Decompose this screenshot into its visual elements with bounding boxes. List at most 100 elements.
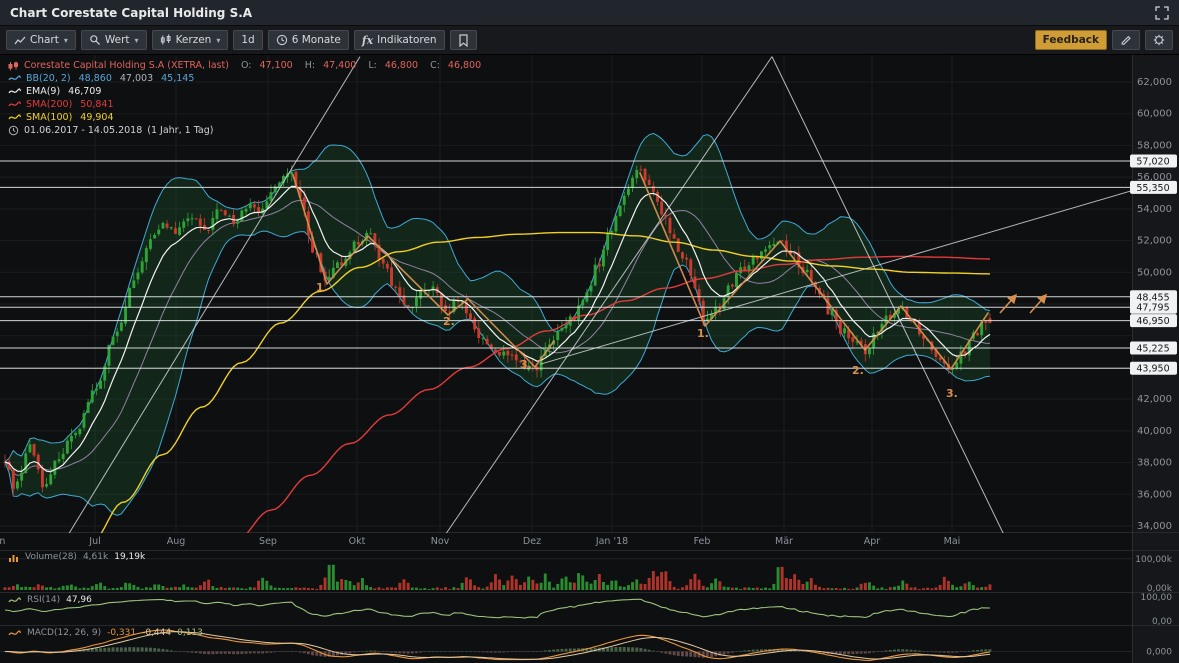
chart-style-button[interactable]: Kerzen ▾ xyxy=(152,30,229,50)
instrument-search-label: Wert xyxy=(105,34,130,46)
svg-text:55,350: 55,350 xyxy=(1136,183,1169,194)
interval-button[interactable]: 1d xyxy=(233,30,262,50)
chart-style-label: Kerzen xyxy=(176,34,212,46)
volume-value-2: 19,19k xyxy=(114,552,145,562)
macd-icon xyxy=(8,629,21,638)
svg-text:57,020: 57,020 xyxy=(1136,157,1169,168)
chart-type-button[interactable]: Chart ▾ xyxy=(6,30,76,50)
ema-value: 46,709 xyxy=(68,86,101,97)
chart-legend: Corestate Capital Holding S.A (XETRA, la… xyxy=(8,60,481,136)
bollinger-mid-value: 47,003 xyxy=(120,73,153,84)
svg-text:47,795: 47,795 xyxy=(1136,303,1169,314)
drawing-tools-button[interactable] xyxy=(1112,30,1140,50)
svg-text:3.: 3. xyxy=(946,387,958,400)
low-key: L: xyxy=(368,60,377,71)
svg-text:42,000: 42,000 xyxy=(1137,394,1172,405)
svg-text:Dez: Dez xyxy=(523,536,541,547)
svg-text:38,000: 38,000 xyxy=(1137,458,1172,469)
settings-button[interactable] xyxy=(1145,30,1173,50)
high-key: H: xyxy=(305,60,315,71)
sma200-icon xyxy=(8,100,21,109)
rsi-value: 47,96 xyxy=(66,595,92,605)
volume-value-1: 4,61k xyxy=(83,552,108,562)
bollinger-upper-value: 48,860 xyxy=(79,73,112,84)
chart-area[interactable]: 62,00060,00058,00056,00054,00052,00050,0… xyxy=(0,55,1179,663)
sma100-label: SMA(100) xyxy=(26,112,72,123)
titlebar: Chart Corestate Capital Holding S.A xyxy=(0,0,1179,26)
svg-text:52,000: 52,000 xyxy=(1137,236,1172,247)
bollinger-lower-value: 45,145 xyxy=(161,73,194,84)
legend-ema[interactable]: EMA(9) 46,709 xyxy=(8,86,481,97)
legend-sma200[interactable]: SMA(200) 50,841 xyxy=(8,99,481,110)
high-value: 47,400 xyxy=(323,60,356,71)
period-range: 01.06.2017 - 14.05.2018 xyxy=(24,125,142,136)
ema-label: EMA(9) xyxy=(26,86,60,97)
svg-text:34,000: 34,000 xyxy=(1137,521,1172,532)
svg-text:Mär: Mär xyxy=(775,536,793,547)
svg-text:Sep: Sep xyxy=(259,536,277,547)
svg-text:0,000: 0,000 xyxy=(1146,648,1172,658)
macd-value: -0,331 xyxy=(107,628,136,638)
clock-icon xyxy=(8,125,19,136)
volume-icon xyxy=(8,553,19,562)
indicators-label: Indikatoren xyxy=(377,34,436,46)
macd-label: MACD(12, 26, 9) xyxy=(27,628,101,638)
rsi-legend[interactable]: RSI(14) 47,96 xyxy=(8,595,92,605)
rsi-icon xyxy=(8,596,21,605)
svg-text:50,000: 50,000 xyxy=(1137,267,1172,278)
svg-text:46,950: 46,950 xyxy=(1136,316,1169,327)
ema-icon xyxy=(8,87,21,96)
legend-instrument[interactable]: Corestate Capital Holding S.A (XETRA, la… xyxy=(8,60,481,71)
chevron-down-icon: ▾ xyxy=(216,36,220,45)
svg-text:3.: 3. xyxy=(520,358,532,371)
sma200-label: SMA(200) xyxy=(26,99,72,110)
svg-text:0,00: 0,00 xyxy=(1152,617,1172,627)
volume-label: Volume(28) xyxy=(25,552,77,562)
macd-hist-value: 0,113 xyxy=(177,628,203,638)
expand-icon[interactable] xyxy=(1155,6,1169,20)
price-chart-canvas[interactable]: 62,00060,00058,00056,00054,00052,00050,0… xyxy=(0,55,1179,663)
toolbar: Chart ▾ Wert ▾ Kerzen ▾ 1d 6 Monate fx I… xyxy=(0,26,1179,55)
chevron-down-icon: ▾ xyxy=(135,36,139,45)
close-value: 46,800 xyxy=(448,60,481,71)
svg-text:2.: 2. xyxy=(443,315,455,328)
svg-text:36,000: 36,000 xyxy=(1137,489,1172,500)
svg-text:100,00: 100,00 xyxy=(1141,593,1173,603)
clock-icon xyxy=(276,34,288,46)
indicators-button[interactable]: fx Indikatoren xyxy=(354,30,445,50)
svg-text:Feb: Feb xyxy=(694,536,711,547)
svg-text:1.: 1. xyxy=(316,281,328,294)
time-range-button[interactable]: 6 Monate xyxy=(268,30,349,50)
period-detail: (1 Jahr, 1 Tag) xyxy=(147,125,213,136)
brush-icon xyxy=(1120,34,1132,46)
low-value: 46,800 xyxy=(385,60,418,71)
candlestick-icon xyxy=(160,34,172,46)
interval-label: 1d xyxy=(241,34,254,46)
svg-text:1.: 1. xyxy=(697,327,709,340)
bookmark-icon xyxy=(458,34,469,47)
bookmark-button[interactable] xyxy=(450,30,477,50)
svg-text:58,000: 58,000 xyxy=(1137,140,1172,151)
svg-text:Okt: Okt xyxy=(349,536,366,547)
legend-sma100[interactable]: SMA(100) 49,904 xyxy=(8,112,481,123)
feedback-button[interactable]: Feedback xyxy=(1035,30,1107,50)
candlestick-series-icon xyxy=(8,61,19,71)
instrument-search-button[interactable]: Wert ▾ xyxy=(81,30,147,50)
svg-text:100,00k: 100,00k xyxy=(1135,555,1172,565)
legend-period[interactable]: 01.06.2017 - 14.05.2018 (1 Jahr, 1 Tag) xyxy=(8,125,481,136)
sma100-value: 49,904 xyxy=(80,112,113,123)
instrument-name: Corestate Capital Holding S.A (XETRA, la… xyxy=(24,60,229,71)
svg-text:Nov: Nov xyxy=(431,536,450,547)
svg-text:Mai: Mai xyxy=(944,536,961,547)
volume-legend[interactable]: Volume(28) 4,61k 19,19k xyxy=(8,552,145,562)
svg-text:Jun: Jun xyxy=(0,536,5,547)
svg-text:62,000: 62,000 xyxy=(1137,77,1172,88)
svg-text:Jan '18: Jan '18 xyxy=(595,536,628,547)
svg-text:Jul: Jul xyxy=(88,536,100,547)
legend-bollinger[interactable]: BB(20, 2) 48,860 47,003 45,145 xyxy=(8,73,481,84)
chart-type-label: Chart xyxy=(30,34,59,46)
macd-legend[interactable]: MACD(12, 26, 9) -0,331 -0,444 0,113 xyxy=(8,628,203,638)
fx-icon: fx xyxy=(362,34,373,47)
gear-icon xyxy=(1153,34,1165,46)
open-value: 47,100 xyxy=(259,60,292,71)
